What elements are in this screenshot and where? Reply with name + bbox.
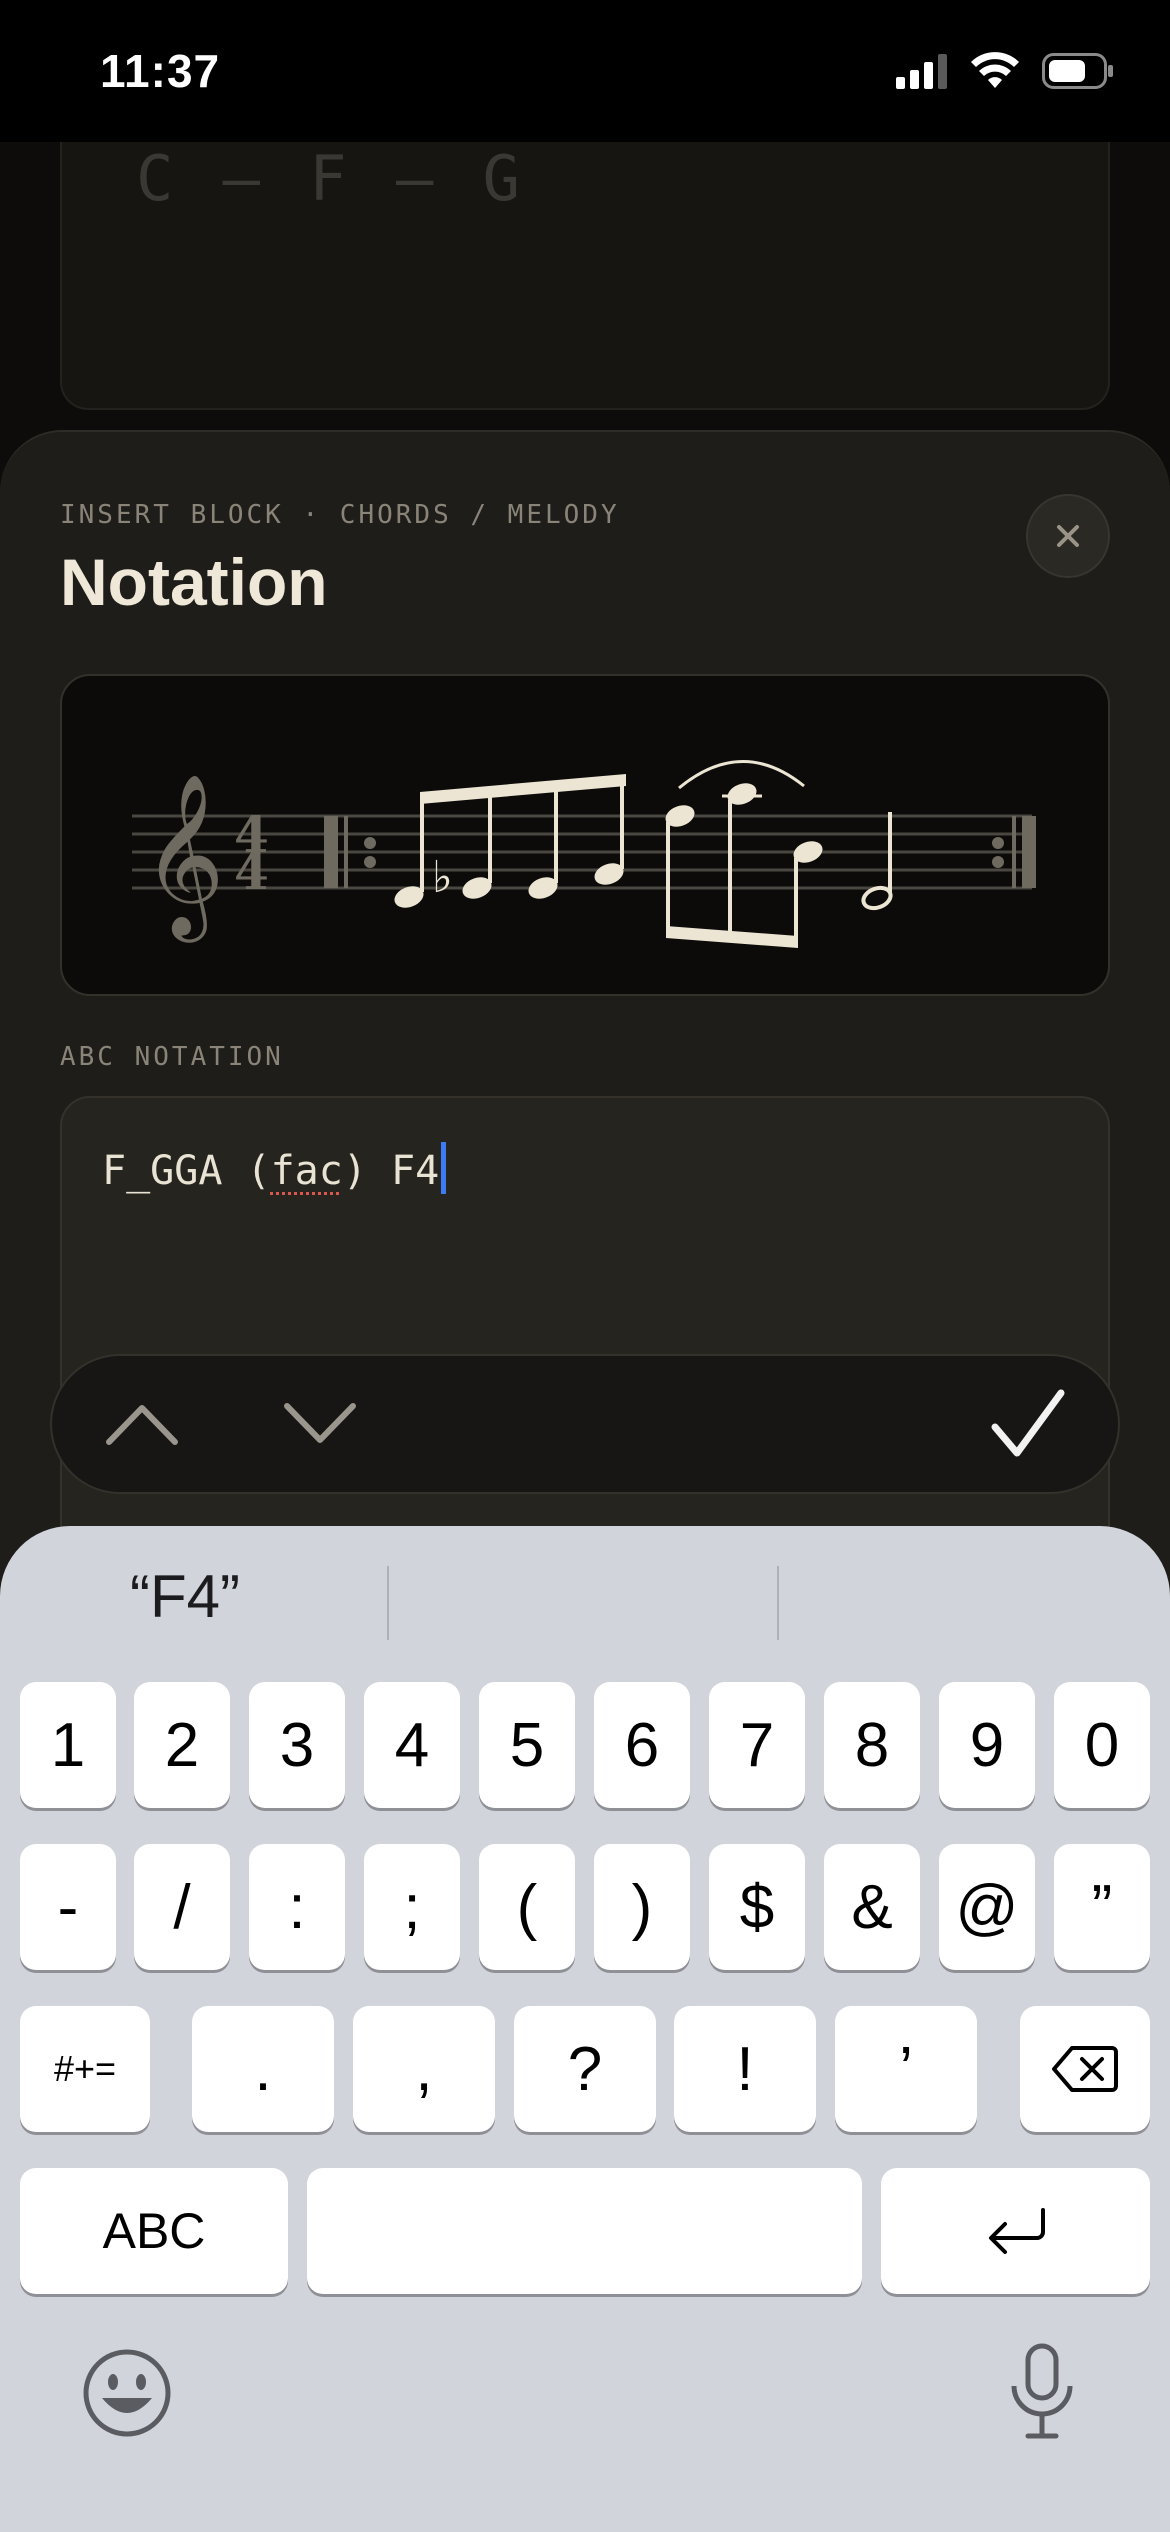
close-button[interactable] bbox=[1026, 494, 1110, 578]
status-icons bbox=[896, 52, 1114, 90]
key-0[interactable]: 0 bbox=[1054, 1682, 1150, 1808]
key-dollar[interactable]: $ bbox=[709, 1844, 805, 1970]
suggestion-divider bbox=[387, 1566, 389, 1640]
key-colon[interactable]: : bbox=[249, 1844, 345, 1970]
return-key[interactable] bbox=[881, 2168, 1150, 2294]
key-apostrophe[interactable]: ’ bbox=[835, 2006, 977, 2132]
abc-notation-label: ABC NOTATION bbox=[60, 1042, 284, 1072]
chevron-up-icon bbox=[106, 1405, 178, 1445]
keyboard-bottom-row bbox=[0, 2306, 1170, 2532]
time-signature-bottom: 4 bbox=[234, 842, 269, 901]
backspace-icon bbox=[1052, 2046, 1118, 2092]
key-1[interactable]: 1 bbox=[20, 1682, 116, 1808]
dictation-button[interactable] bbox=[1000, 2342, 1084, 2442]
checkmark-icon bbox=[991, 1389, 1065, 1457]
key-9[interactable]: 9 bbox=[939, 1682, 1035, 1808]
key-slash[interactable]: / bbox=[134, 1844, 230, 1970]
half-note bbox=[861, 812, 893, 911]
key-ampersand[interactable]: & bbox=[824, 1844, 920, 1970]
key-period[interactable]: . bbox=[192, 2006, 334, 2132]
sheet-eyebrow: INSERT BLOCK · CHORDS / MELODY bbox=[60, 500, 620, 530]
next-field-button[interactable] bbox=[252, 1356, 388, 1492]
abc-key[interactable]: ABC bbox=[20, 2168, 288, 2294]
key-close-paren[interactable]: ) bbox=[594, 1844, 690, 1970]
symbols-key[interactable]: #+= bbox=[20, 2006, 150, 2132]
key-comma[interactable]: , bbox=[353, 2006, 495, 2132]
abc-text-misspelled: fac bbox=[270, 1148, 343, 1194]
staff-notation: 𝄞 4 4 ♭ bbox=[132, 760, 1036, 948]
previous-field-button[interactable] bbox=[74, 1356, 210, 1492]
key-7[interactable]: 7 bbox=[709, 1682, 805, 1808]
svg-text:♭: ♭ bbox=[432, 852, 453, 903]
key-2[interactable]: 2 bbox=[134, 1682, 230, 1808]
key-8[interactable]: 8 bbox=[824, 1682, 920, 1808]
sheet-title: Notation bbox=[60, 545, 328, 619]
return-icon bbox=[988, 2208, 1045, 2254]
suggestion-divider bbox=[777, 1566, 779, 1640]
treble-clef-icon: 𝄞 bbox=[142, 773, 225, 943]
battery-icon bbox=[1042, 53, 1113, 89]
suggestion-1[interactable]: “F4” bbox=[130, 1562, 240, 1631]
key-at[interactable]: @ bbox=[939, 1844, 1035, 1970]
key-hyphen[interactable]: - bbox=[20, 1844, 116, 1970]
notation-preview: 𝄞 4 4 ♭ bbox=[60, 674, 1110, 996]
key-4[interactable]: 4 bbox=[364, 1682, 460, 1808]
beamed-notes-group-1: ♭ bbox=[394, 774, 626, 908]
status-bar: 11:37 bbox=[0, 0, 1170, 142]
key-semicolon[interactable]: ; bbox=[364, 1844, 460, 1970]
key-3[interactable]: 3 bbox=[249, 1682, 345, 1808]
microphone-icon bbox=[1011, 2343, 1073, 2439]
abc-text-part-1: F_GGA ( bbox=[102, 1148, 271, 1194]
backspace-key[interactable] bbox=[1020, 2006, 1150, 2132]
key-6[interactable]: 6 bbox=[594, 1682, 690, 1808]
text-caret bbox=[441, 1142, 447, 1194]
background-chords-text: C — F — G bbox=[136, 142, 526, 215]
close-icon bbox=[1057, 525, 1079, 547]
space-key[interactable] bbox=[307, 2168, 862, 2294]
key-exclamation[interactable]: ! bbox=[674, 2006, 816, 2132]
status-time: 11:37 bbox=[100, 45, 221, 97]
background-chord-card: C — F — G bbox=[60, 142, 1110, 410]
abc-notation-text: F_GGA (fac) F4 bbox=[102, 1142, 447, 1194]
emoji-button[interactable] bbox=[80, 2346, 174, 2440]
cellular-signal-icon bbox=[896, 54, 947, 89]
done-button[interactable] bbox=[960, 1356, 1096, 1492]
key-open-paren[interactable]: ( bbox=[479, 1844, 575, 1970]
abc-text-part-2: ) F4 bbox=[342, 1148, 440, 1194]
suggestion-bar: “F4” bbox=[0, 1526, 1170, 1646]
key-quote[interactable]: ” bbox=[1054, 1844, 1150, 1970]
input-accessory-bar bbox=[50, 1354, 1120, 1494]
wifi-icon bbox=[971, 52, 1019, 88]
beamed-notes-group-2 bbox=[665, 760, 823, 948]
emoji-icon bbox=[83, 2349, 171, 2437]
key-question[interactable]: ? bbox=[514, 2006, 656, 2132]
chevron-down-icon bbox=[284, 1403, 356, 1443]
keyboard: “F4” 1 2 3 4 5 6 7 8 9 0 - / : ; ( ) $ &… bbox=[0, 1526, 1170, 2532]
key-5[interactable]: 5 bbox=[479, 1682, 575, 1808]
